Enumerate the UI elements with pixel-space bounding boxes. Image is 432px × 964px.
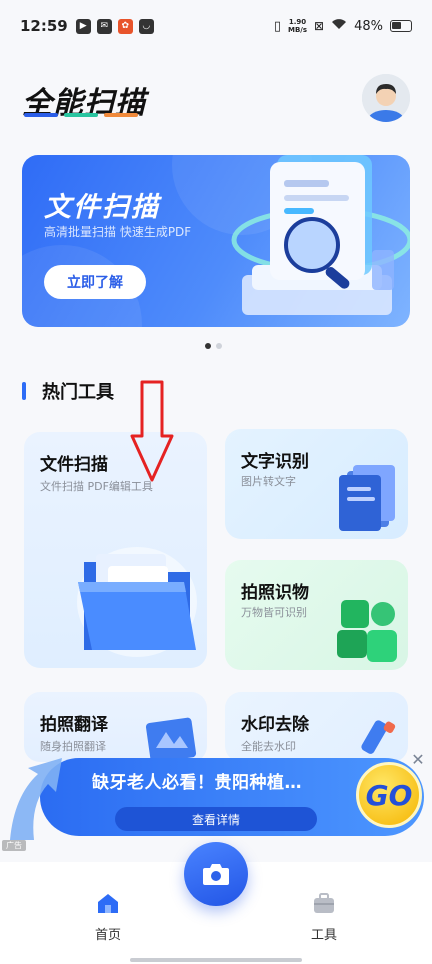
tool-title: 拍照识物 — [241, 583, 309, 603]
red-down-arrow-overlay — [130, 380, 174, 482]
notification-icons: ▶ ✉ ✿ ◡ — [75, 18, 154, 34]
tool-card-object-recognition[interactable]: 拍照识物 万物皆可识别 — [225, 560, 408, 670]
ad-view-details-button[interactable]: 查看详情 — [115, 807, 317, 831]
app-notification-icon: ✿ — [117, 18, 133, 34]
network-speed-unit: MB/s — [288, 26, 308, 34]
gesture-home-bar[interactable] — [130, 958, 302, 962]
banner-learn-more-button[interactable]: 立即了解 — [44, 265, 146, 299]
banner-subtitle: 高清批量扫描 快速生成PDF — [44, 225, 192, 239]
toolbox-icon — [314, 893, 334, 913]
tool-title: 文件扫描 — [40, 455, 108, 475]
network-speed: 1.90 MB/s — [288, 18, 307, 34]
home-icon — [98, 894, 118, 913]
blocks-icon — [337, 600, 397, 662]
status-bar: 12:59 ▶ ✉ ✿ ◡ ▯ 1.90 MB/s ⊠ 48% — [0, 0, 432, 52]
nav-tools-label: 工具 — [310, 928, 337, 943]
ad-label: 广告 — [2, 840, 26, 851]
logo-bar-orange — [104, 113, 138, 117]
tool-card-document-scan[interactable]: 文件扫描 文件扫描 PDF编辑工具 — [24, 432, 207, 668]
nav-tools[interactable]: 工具 — [294, 892, 354, 943]
nav-home-label: 首页 — [94, 928, 121, 943]
logo-bar-blue — [24, 113, 58, 117]
scan-document-illustration — [231, 155, 410, 315]
wifi-icon — [331, 18, 347, 34]
user-avatar[interactable] — [362, 74, 410, 122]
tool-title: 水印去除 — [241, 715, 309, 735]
banner-title: 文件扫描 — [44, 192, 160, 223]
section-title: 热门工具 — [42, 382, 114, 403]
ad-banner[interactable]: 缺牙老人必看！贵阳种植… 查看详情 GO ✕ 广告 — [0, 752, 432, 851]
status-time: 12:59 — [20, 17, 68, 35]
media-notification-icon: ▶ — [75, 18, 91, 34]
promo-banner[interactable]: 文件扫描 高清批量扫描 快速生成PDF 立即了解 — [22, 155, 410, 327]
section-accent-bar — [22, 382, 26, 400]
tool-card-text-recognition[interactable]: 文字识别 图片转文字 — [225, 429, 408, 539]
ad-go-button[interactable]: GO — [356, 762, 422, 828]
avatar-icon — [362, 74, 410, 122]
camera-button[interactable] — [184, 842, 248, 906]
ad-arrow-graphic — [10, 758, 62, 840]
message-notification-icon: ✉ — [96, 18, 112, 34]
network-speed-value: 1.90 — [288, 18, 307, 26]
nav-home[interactable]: 首页 — [78, 892, 138, 943]
hot-tools-section-header: 热门工具 — [22, 378, 114, 404]
tool-title: 拍照翻译 — [40, 715, 108, 735]
tool-subtitle: 万物皆可识别 — [241, 606, 307, 619]
banner-pagination — [205, 343, 222, 349]
battery-icon — [390, 20, 412, 32]
chat-notification-icon: ◡ — [138, 18, 154, 34]
tool-subtitle: 图片转文字 — [241, 475, 296, 488]
no-sim-icon: ⊠ — [314, 19, 325, 33]
camera-icon — [203, 864, 229, 885]
pagination-dot[interactable] — [216, 343, 222, 349]
tool-title: 文字识别 — [241, 452, 309, 472]
pagination-dot-active[interactable] — [205, 343, 211, 349]
folder-icon — [77, 547, 197, 657]
vibrate-icon: ▯ — [273, 18, 281, 34]
logo-underline — [24, 113, 138, 117]
ad-headline: 缺牙老人必看！贵阳种植… — [92, 773, 302, 793]
battery-percent: 48% — [354, 18, 383, 34]
ad-close-icon[interactable]: ✕ — [410, 752, 426, 768]
document-stack-icon — [339, 465, 395, 531]
logo-bar-green — [64, 113, 98, 117]
